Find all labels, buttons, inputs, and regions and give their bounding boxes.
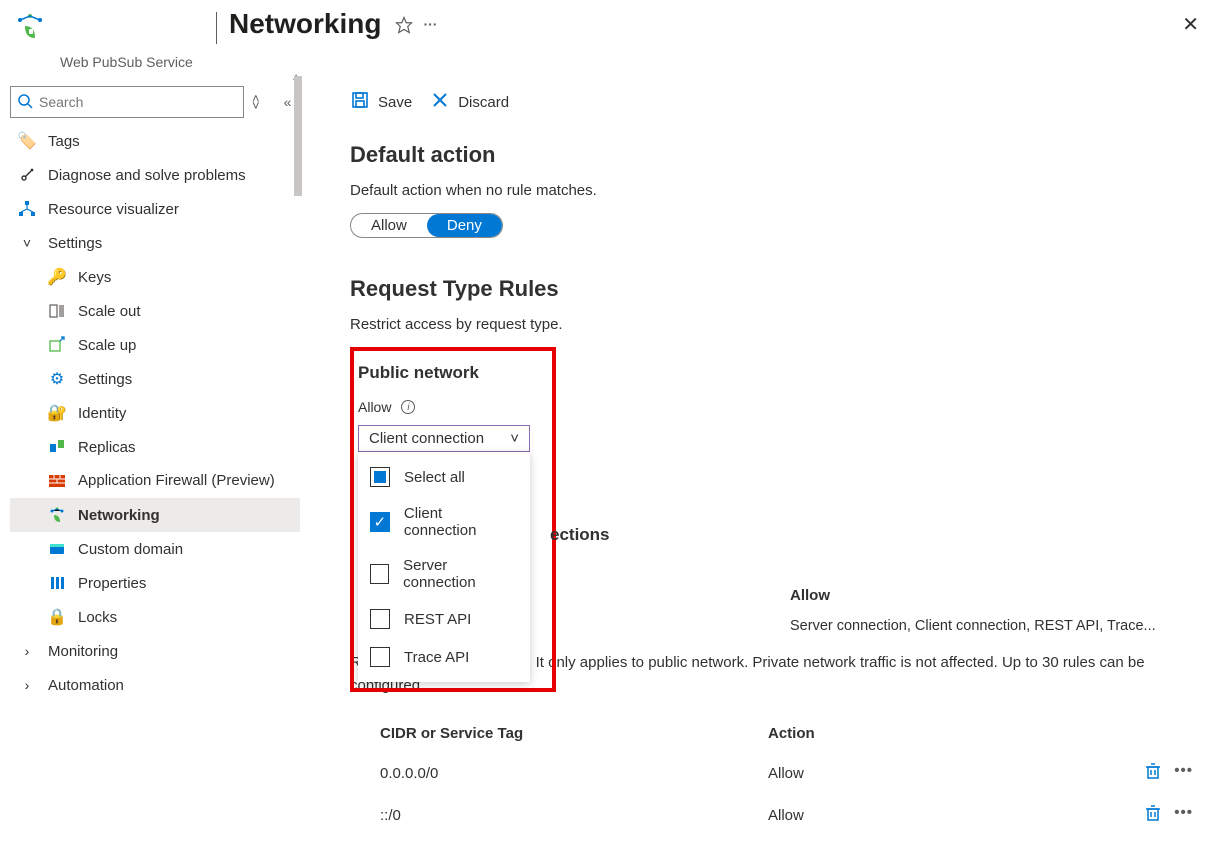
checkbox-empty-icon[interactable] — [370, 647, 390, 667]
more-icon[interactable]: ··· — [423, 16, 441, 34]
allow-dropdown[interactable]: Client connection ˅ — [358, 425, 530, 452]
checkbox-empty-icon[interactable] — [370, 609, 390, 629]
sidebar-item-settings-group[interactable]: ˅ Settings — [10, 226, 300, 260]
allow-label: Allow — [358, 399, 391, 415]
diagnose-icon — [18, 166, 36, 184]
sidebar: ▲ ˄˅ « 🏷️ Tags Diagnose and solve proble — [0, 76, 300, 846]
delete-icon[interactable] — [1144, 762, 1162, 784]
more-icon[interactable]: ••• — [1174, 804, 1193, 826]
chevron-right-icon: › — [18, 676, 36, 694]
sidebar-item-app-firewall[interactable]: Application Firewall (Preview) — [10, 464, 300, 498]
ip-rule-action: Allow — [768, 765, 804, 782]
obscured-heading-fragment: ections — [550, 525, 1207, 545]
favorite-star-icon[interactable] — [395, 16, 413, 34]
visualizer-icon — [18, 200, 36, 218]
option-select-all[interactable]: Select all — [358, 458, 530, 496]
allow-dropdown-panel: Select all ✓ Client connection Server co… — [358, 452, 530, 682]
content-pane: Save Discard Default action Default acti… — [300, 76, 1217, 846]
properties-icon — [48, 574, 66, 592]
sidebar-item-monitoring[interactable]: › Monitoring — [10, 634, 300, 668]
option-trace-api[interactable]: Trace API — [358, 638, 530, 676]
ip-table-header: CIDR or Service Tag Action — [350, 725, 1207, 752]
default-action-desc: Default action when no rule matches. — [350, 182, 1207, 199]
private-endpoint-row: Server connection, Client connection, RE… — [350, 612, 1207, 640]
scale-out-icon — [48, 302, 66, 320]
save-button[interactable]: Save — [350, 90, 412, 114]
delete-icon[interactable] — [1144, 804, 1162, 826]
default-action-heading: Default action — [350, 142, 1207, 168]
column-action: Action — [768, 725, 815, 742]
chevron-down-icon: ˅ — [510, 430, 519, 447]
ip-rule-cidr: ::/0 — [380, 807, 768, 824]
discard-button[interactable]: Discard — [430, 90, 509, 114]
request-rules-heading: Request Type Rules — [350, 276, 1207, 302]
command-bar: Save Discard — [350, 76, 1207, 132]
ip-rule-action: Allow — [768, 807, 804, 824]
save-icon — [350, 90, 370, 114]
default-action-toggle: Allow Deny — [350, 213, 503, 238]
ip-rule-cidr: 0.0.0.0/0 — [380, 765, 768, 782]
search-input-container[interactable] — [10, 86, 244, 118]
sidebar-item-locks[interactable]: 🔒 Locks — [10, 600, 300, 634]
sidebar-item-resource-visualizer[interactable]: Resource visualizer — [10, 192, 300, 226]
request-rules-desc: Restrict access by request type. — [350, 316, 1207, 333]
identity-icon: 🔐 — [48, 404, 66, 422]
networking-icon — [48, 506, 66, 524]
sidebar-item-scale-out[interactable]: Scale out — [10, 294, 300, 328]
keys-icon: 🔑 — [48, 268, 66, 286]
collapse-sidebar-icon[interactable]: « — [284, 94, 292, 110]
sidebar-item-properties[interactable]: Properties — [10, 566, 300, 600]
service-subtitle: Web PubSub Service — [60, 54, 1217, 70]
toggle-allow[interactable]: Allow — [351, 214, 427, 237]
discard-icon — [430, 90, 450, 114]
page-header: Networking ··· ✕ — [0, 0, 1217, 56]
domain-icon — [48, 540, 66, 558]
tag-icon: 🏷️ — [18, 132, 36, 150]
page-title: Networking — [229, 8, 381, 40]
close-button[interactable]: ✕ — [1174, 8, 1207, 41]
private-endpoint-allow-value: Server connection, Client connection, RE… — [790, 618, 1156, 634]
nav-list: 🏷️ Tags Diagnose and solve problems Reso… — [10, 124, 300, 702]
chevron-right-icon: › — [18, 642, 36, 660]
scale-up-icon — [48, 336, 66, 354]
column-allow-header: Allow — [790, 587, 830, 604]
sidebar-item-identity[interactable]: 🔐 Identity — [10, 396, 300, 430]
sidebar-scrollbar[interactable] — [294, 76, 302, 196]
lock-icon: 🔒 — [48, 608, 66, 626]
search-icon — [17, 93, 33, 112]
option-client-connection[interactable]: ✓ Client connection — [358, 496, 530, 548]
sort-chevrons-icon[interactable]: ˄˅ — [252, 95, 260, 109]
sidebar-item-tags[interactable]: 🏷️ Tags — [10, 124, 300, 158]
info-icon[interactable]: i — [401, 400, 415, 414]
checkbox-empty-icon[interactable] — [370, 564, 389, 584]
search-input[interactable] — [39, 94, 237, 110]
sidebar-item-replicas[interactable]: Replicas — [10, 430, 300, 464]
chevron-down-icon: ˅ — [18, 234, 36, 252]
highlight-box: Public network Allow i Client connection… — [350, 347, 556, 692]
toggle-deny[interactable]: Deny — [427, 214, 502, 237]
sidebar-item-automation[interactable]: › Automation — [10, 668, 300, 702]
gear-icon: ⚙ — [48, 370, 66, 388]
sidebar-item-scale-up[interactable]: Scale up — [10, 328, 300, 362]
more-icon[interactable]: ••• — [1174, 762, 1193, 784]
service-icon — [10, 8, 50, 48]
sidebar-item-keys[interactable]: 🔑 Keys — [10, 260, 300, 294]
column-cidr: CIDR or Service Tag — [380, 725, 768, 742]
ip-rule-row: 0.0.0.0/0 Allow ••• — [350, 752, 1207, 794]
sidebar-item-settings[interactable]: ⚙ Settings — [10, 362, 300, 396]
sidebar-item-networking[interactable]: Networking — [10, 498, 300, 532]
replicas-icon — [48, 438, 66, 456]
public-network-heading: Public network — [354, 363, 552, 383]
firewall-icon — [48, 472, 66, 490]
checkbox-checked-icon[interactable]: ✓ — [370, 512, 390, 532]
sidebar-item-custom-domain[interactable]: Custom domain — [10, 532, 300, 566]
sidebar-item-diagnose[interactable]: Diagnose and solve problems — [10, 158, 300, 192]
checkbox-partial-icon[interactable] — [370, 467, 390, 487]
ip-rule-row: ::/0 Allow ••• — [350, 794, 1207, 836]
